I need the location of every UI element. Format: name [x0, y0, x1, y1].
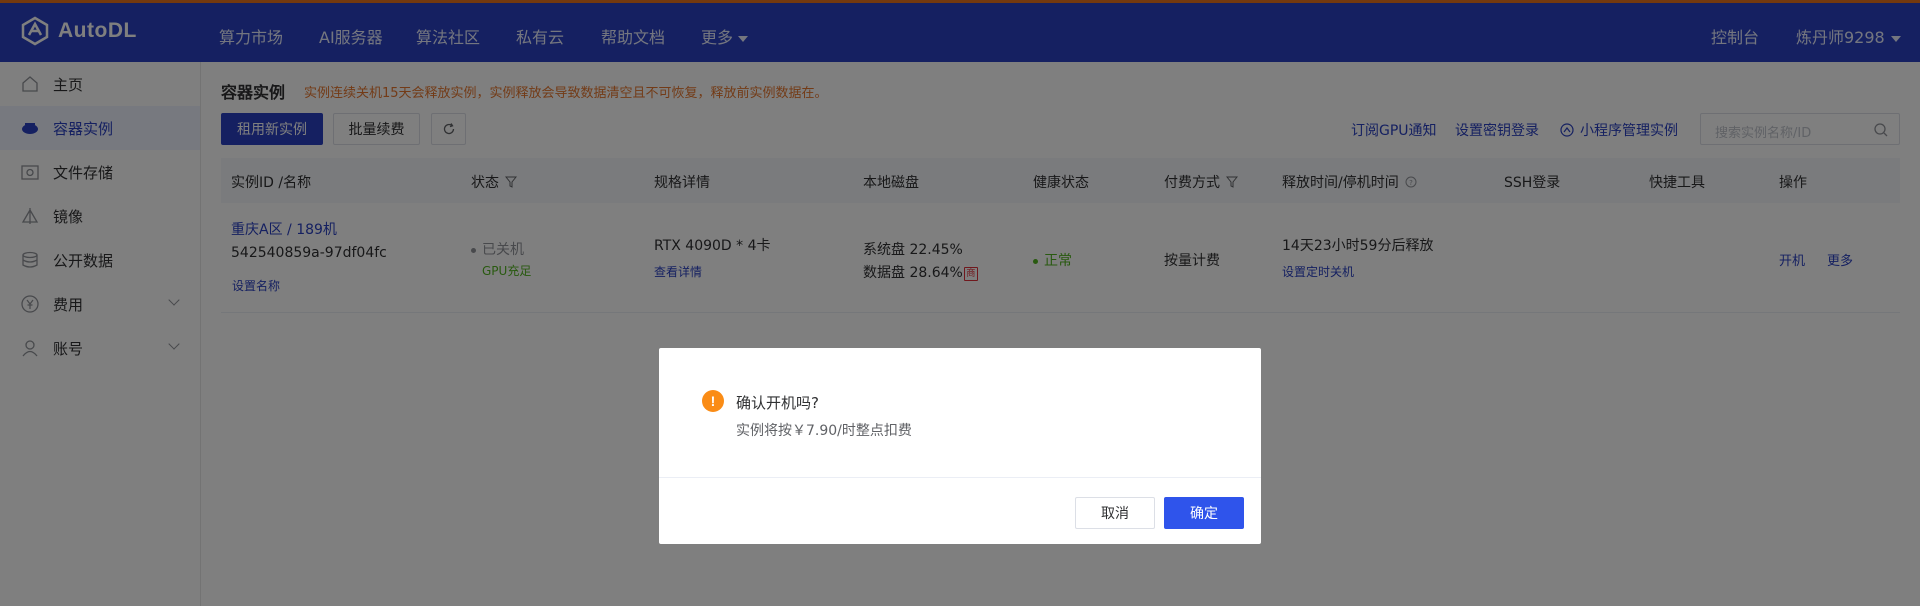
confirm-button[interactable]: 确定 [1164, 497, 1244, 529]
dialog-message: 实例将按￥7.90/时整点扣费 [736, 423, 912, 439]
dialog-divider [659, 477, 1261, 478]
warning-icon: ! [702, 390, 724, 412]
cancel-button[interactable]: 取消 [1075, 497, 1155, 529]
confirm-dialog: ! 确认开机吗? 实例将按￥7.90/时整点扣费 取消 确定 [659, 348, 1261, 544]
dialog-title: 确认开机吗? [736, 394, 819, 412]
